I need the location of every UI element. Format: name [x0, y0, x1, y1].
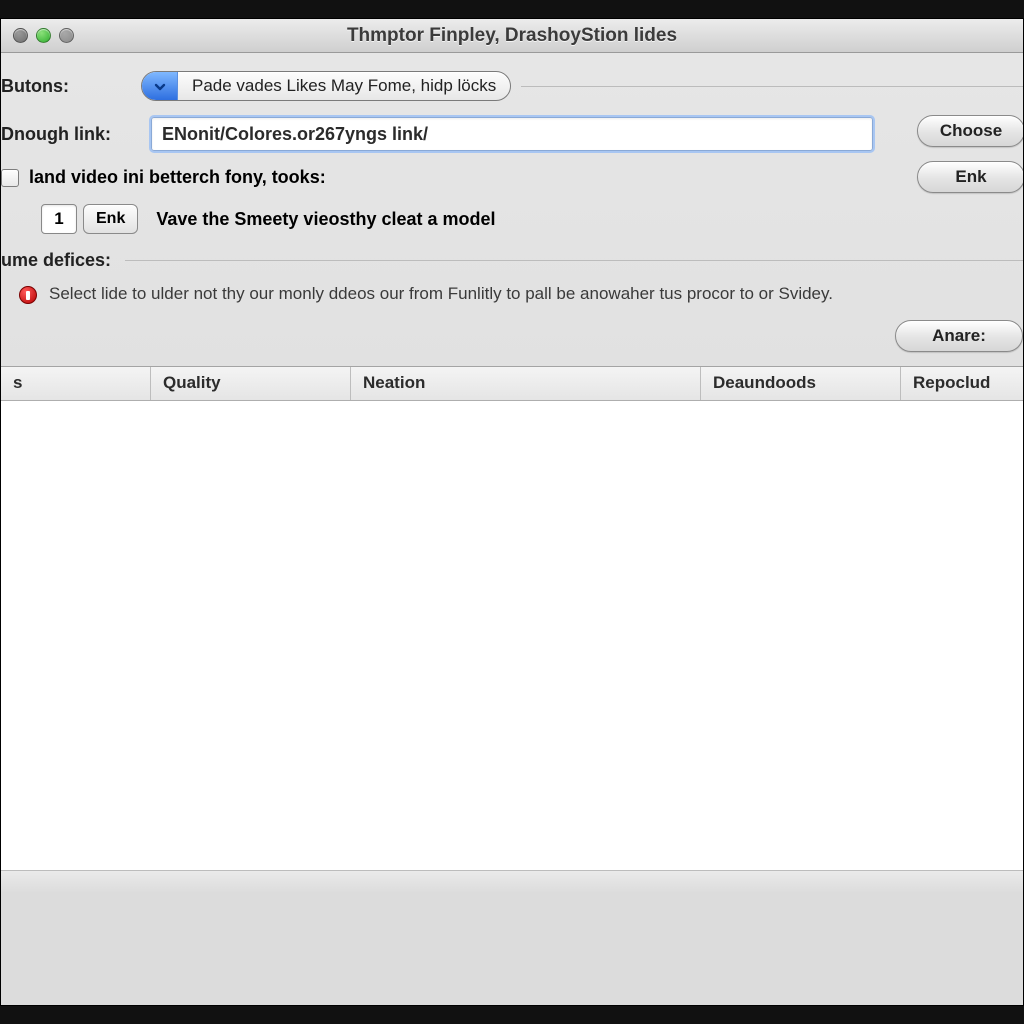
- anare-button[interactable]: Anare:: [895, 320, 1023, 352]
- chevron-down-icon: [142, 72, 178, 100]
- th-neation[interactable]: Neation: [351, 367, 701, 400]
- butons-row: Butons: Pade vades Likes May Fome, hidp …: [1, 71, 1023, 101]
- defices-alert-text: Select lide to ulder not thy our monly d…: [49, 283, 833, 306]
- results-list: [1, 401, 1023, 871]
- close-icon[interactable]: [13, 28, 28, 43]
- window-title: Thmptor Finpley, DrashoyStion lides: [1, 25, 1023, 47]
- th-repoclud[interactable]: Repoclud: [901, 367, 1023, 400]
- th-deaundoods[interactable]: Deaundoods: [701, 367, 901, 400]
- video-check-row: land video ini betterch fony, tooks:: [1, 167, 1023, 188]
- butons-dropdown[interactable]: Pade vades Likes May Fome, hidp löcks: [141, 71, 511, 101]
- traffic-lights: [13, 28, 74, 43]
- quantity-stepper[interactable]: [41, 204, 77, 234]
- th-s[interactable]: s: [1, 367, 151, 400]
- anare-row: Anare:: [1, 320, 1023, 352]
- table-header: s Quality Neation Deaundoods Repoclud: [1, 367, 1023, 401]
- form-panel: Butons: Pade vades Likes May Fome, hidp …: [1, 53, 1023, 367]
- video-checkbox[interactable]: [1, 169, 19, 187]
- link-row: Dnough link: Choose Enk: [1, 117, 1023, 151]
- link-label: Dnough link:: [1, 124, 151, 145]
- window: Thmptor Finpley, DrashoyStion lides Buto…: [0, 18, 1024, 1006]
- th-quality[interactable]: Quality: [151, 367, 351, 400]
- choose-button[interactable]: Choose: [917, 115, 1024, 147]
- zoom-icon[interactable]: [59, 28, 74, 43]
- defices-label: ume defices:: [1, 250, 119, 271]
- stepper-note: Vave the Smeety vieosthy cleat a model: [156, 209, 495, 230]
- minimize-icon[interactable]: [36, 28, 51, 43]
- defices-section: ume defices:: [1, 250, 1023, 271]
- video-check-label: land video ini betterch fony, tooks:: [29, 167, 326, 188]
- divider: [521, 86, 1023, 87]
- butons-label: Butons:: [1, 76, 141, 97]
- alert-icon: [19, 286, 37, 304]
- divider: [125, 260, 1023, 261]
- stepper-enk-button[interactable]: Enk: [83, 204, 138, 234]
- butons-dropdown-text: Pade vades Likes May Fome, hidp löcks: [178, 76, 510, 96]
- enk-button[interactable]: Enk: [917, 161, 1024, 193]
- footer: [1, 871, 1023, 893]
- titlebar: Thmptor Finpley, DrashoyStion lides: [1, 19, 1023, 53]
- stepper-row: Enk Vave the Smeety vieosthy cleat a mod…: [1, 204, 1023, 234]
- link-input[interactable]: [151, 117, 873, 151]
- defices-alert: Select lide to ulder not thy our monly d…: [1, 279, 1023, 306]
